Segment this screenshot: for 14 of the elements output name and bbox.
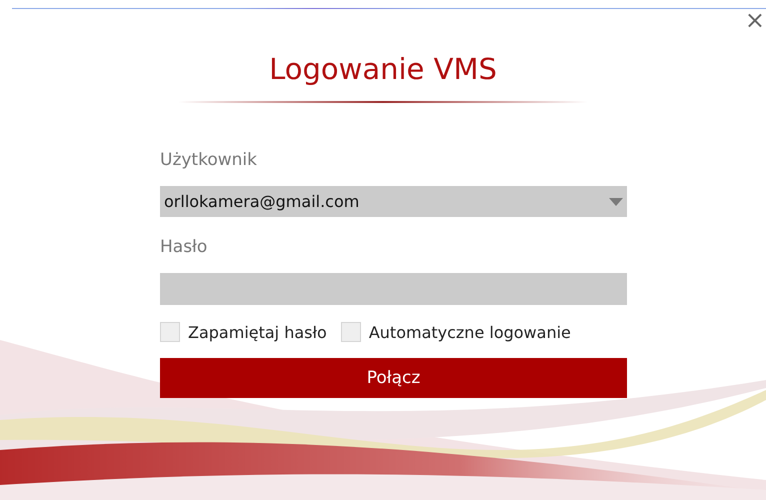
username-dropdown[interactable]: orllokamera@gmail.com (160, 186, 627, 217)
checkbox-label: Automatyczne logowanie (368, 322, 571, 342)
connect-button[interactable]: Połącz (160, 358, 627, 398)
password-field[interactable] (160, 273, 627, 305)
dialog-title: Logowanie VMS (268, 51, 498, 88)
checkbox-option[interactable]: Automatyczne logowanie (340, 322, 571, 342)
checkbox[interactable] (160, 322, 180, 342)
close-button[interactable]: × (744, 8, 765, 32)
checkbox-option[interactable]: Zapamiętaj hasło (160, 322, 327, 342)
checkbox-label: Zapamiętaj hasło (188, 322, 327, 342)
password-label: Hasło (160, 236, 208, 259)
dropdown-caret-icon (609, 198, 623, 206)
checkbox[interactable] (340, 322, 361, 342)
username-label: Użytkownik (160, 149, 258, 172)
